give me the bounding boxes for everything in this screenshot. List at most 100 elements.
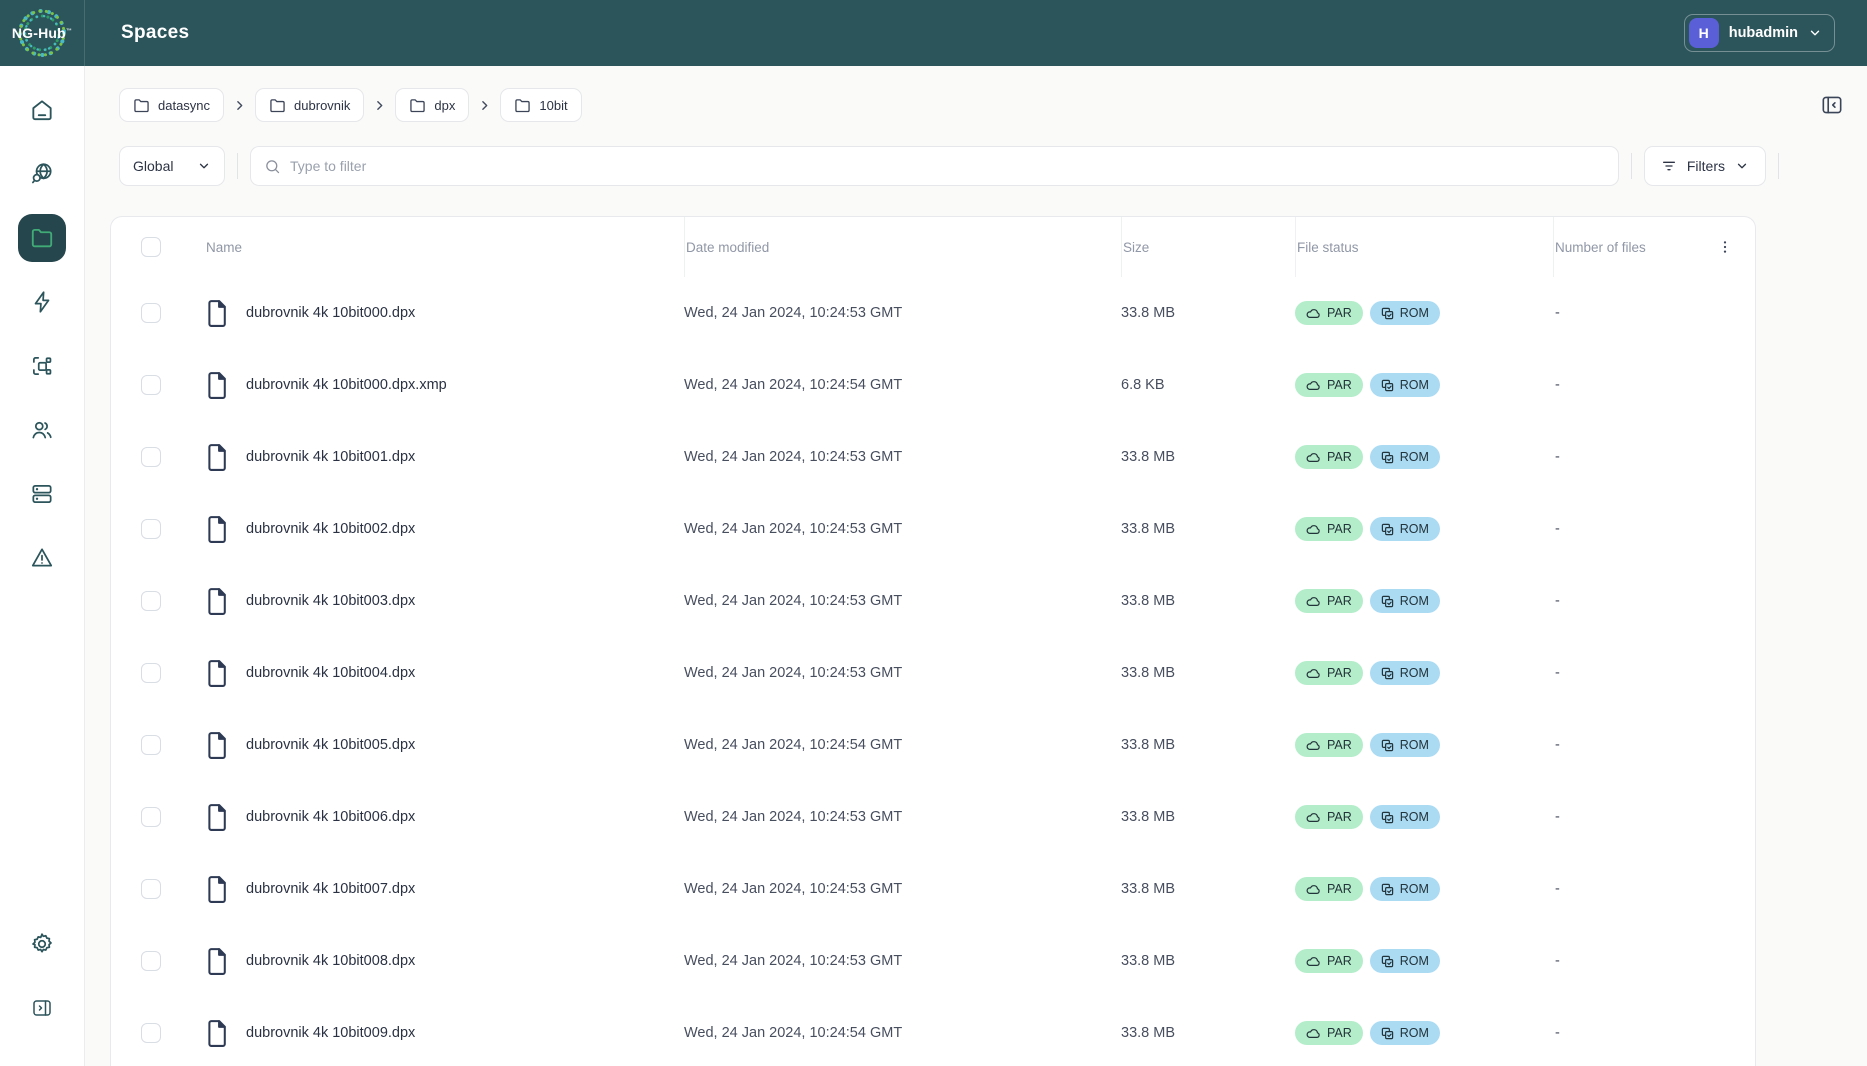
chevron-right-icon	[233, 99, 246, 112]
open-side-panel-button[interactable]	[1819, 92, 1845, 118]
sidebar-item-spaces[interactable]	[18, 214, 66, 262]
row-checkbox[interactable]	[141, 1023, 161, 1043]
row-checkbox[interactable]	[141, 807, 161, 827]
breadcrumb-item[interactable]: datasync	[119, 88, 224, 122]
home-icon	[29, 97, 55, 123]
filter-bar: Global Filters	[119, 146, 1779, 186]
date-modified: Wed, 24 Jan 2024, 10:24:54 GMT	[684, 1025, 1121, 1041]
sidebar-item-discover[interactable]	[18, 150, 66, 198]
app-logo[interactable]: NG-Hub™	[0, 0, 85, 66]
file-icon	[206, 299, 230, 327]
table-row[interactable]: dubrovnik 4k 10bit002.dpx Wed, 24 Jan 20…	[111, 493, 1755, 565]
file-size: 33.8 MB	[1121, 521, 1295, 537]
search-box	[250, 146, 1619, 186]
row-checkbox[interactable]	[141, 303, 161, 323]
row-checkbox[interactable]	[141, 375, 161, 395]
file-status-badges: PAR ROM	[1295, 373, 1553, 397]
table-row[interactable]: dubrovnik 4k 10bit001.dpx Wed, 24 Jan 20…	[111, 421, 1755, 493]
status-badge-par: PAR	[1295, 589, 1363, 613]
number-of-files: -	[1553, 449, 1693, 465]
sidebar-item-storage[interactable]	[18, 470, 66, 518]
breadcrumb-item[interactable]: 10bit	[500, 88, 581, 122]
file-name: dubrovnik 4k 10bit008.dpx	[246, 953, 415, 969]
date-modified: Wed, 24 Jan 2024, 10:24:53 GMT	[684, 665, 1121, 681]
breadcrumb-item[interactable]: dubrovnik	[255, 88, 364, 122]
user-name: hubadmin	[1729, 25, 1798, 41]
file-status-badges: PAR ROM	[1295, 445, 1553, 469]
cloud-icon	[1306, 380, 1321, 391]
column-header-date-modified[interactable]: Date modified	[684, 217, 1121, 277]
select-all-checkbox[interactable]	[141, 237, 161, 257]
scope-select[interactable]: Global	[119, 146, 225, 186]
date-modified: Wed, 24 Jan 2024, 10:24:54 GMT	[684, 737, 1121, 753]
sidebar-item-users[interactable]	[18, 406, 66, 454]
row-checkbox[interactable]	[141, 663, 161, 683]
search-input[interactable]	[290, 158, 1605, 174]
table-row[interactable]: dubrovnik 4k 10bit004.dpx Wed, 24 Jan 20…	[111, 637, 1755, 709]
file-name: dubrovnik 4k 10bit006.dpx	[246, 809, 415, 825]
status-badge-par: PAR	[1295, 661, 1363, 685]
file-name: dubrovnik 4k 10bit000.dpx.xmp	[246, 377, 447, 393]
row-checkbox[interactable]	[141, 519, 161, 539]
copy-check-icon	[1381, 1027, 1394, 1040]
sidebar-item-jobs[interactable]	[18, 278, 66, 326]
table-row[interactable]: dubrovnik 4k 10bit009.dpx Wed, 24 Jan 20…	[111, 997, 1755, 1066]
user-menu[interactable]: H hubadmin	[1684, 14, 1835, 52]
file-status-badges: PAR ROM	[1295, 661, 1553, 685]
file-size: 33.8 MB	[1121, 305, 1295, 321]
lightning-icon	[29, 289, 55, 315]
table-row[interactable]: dubrovnik 4k 10bit000.dpx.xmp Wed, 24 Ja…	[111, 349, 1755, 421]
filters-button[interactable]: Filters	[1644, 146, 1766, 186]
copy-check-icon	[1381, 379, 1394, 392]
table-row[interactable]: dubrovnik 4k 10bit008.dpx Wed, 24 Jan 20…	[111, 925, 1755, 997]
cloud-icon	[1306, 524, 1321, 535]
date-modified: Wed, 24 Jan 2024, 10:24:53 GMT	[684, 593, 1121, 609]
file-size: 33.8 MB	[1121, 449, 1295, 465]
sidebar-item-automations[interactable]	[18, 342, 66, 390]
cloud-icon	[1306, 956, 1321, 967]
copy-check-icon	[1381, 595, 1394, 608]
column-header-file-status[interactable]: File status	[1295, 217, 1553, 277]
sidebar-item-settings[interactable]	[18, 920, 66, 968]
row-checkbox[interactable]	[141, 735, 161, 755]
folder-icon	[29, 225, 55, 251]
column-header-name[interactable]: Name	[181, 217, 684, 277]
row-checkbox[interactable]	[141, 951, 161, 971]
table-body: dubrovnik 4k 10bit000.dpx Wed, 24 Jan 20…	[111, 277, 1755, 1066]
column-header-number-of-files[interactable]: Number of files	[1553, 217, 1693, 277]
status-badge-rom: ROM	[1370, 733, 1440, 757]
row-checkbox[interactable]	[141, 879, 161, 899]
file-status-badges: PAR ROM	[1295, 589, 1553, 613]
cloud-icon	[1306, 596, 1321, 607]
date-modified: Wed, 24 Jan 2024, 10:24:53 GMT	[684, 953, 1121, 969]
column-options-button[interactable]	[1717, 239, 1733, 255]
copy-check-icon	[1381, 307, 1394, 320]
table-row[interactable]: dubrovnik 4k 10bit000.dpx Wed, 24 Jan 20…	[111, 277, 1755, 349]
scope-label: Global	[133, 158, 173, 174]
column-header-size[interactable]: Size	[1121, 217, 1295, 277]
sidebar-item-alerts[interactable]	[18, 534, 66, 582]
breadcrumb: datasync dubrovnik dpx 10bit	[119, 88, 1845, 122]
status-badge-rom: ROM	[1370, 661, 1440, 685]
sidebar-item-home[interactable]	[18, 86, 66, 134]
file-status-badges: PAR ROM	[1295, 877, 1553, 901]
breadcrumb-item[interactable]: dpx	[395, 88, 469, 122]
divider	[237, 153, 238, 179]
row-checkbox[interactable]	[141, 447, 161, 467]
status-badge-rom: ROM	[1370, 589, 1440, 613]
chevron-down-icon	[1735, 159, 1749, 173]
table-row[interactable]: dubrovnik 4k 10bit007.dpx Wed, 24 Jan 20…	[111, 853, 1755, 925]
sidebar-item-collapse[interactable]	[18, 984, 66, 1032]
number-of-files: -	[1553, 521, 1693, 537]
table-row[interactable]: dubrovnik 4k 10bit003.dpx Wed, 24 Jan 20…	[111, 565, 1755, 637]
table-row[interactable]: dubrovnik 4k 10bit006.dpx Wed, 24 Jan 20…	[111, 781, 1755, 853]
status-badge-par: PAR	[1295, 733, 1363, 757]
avatar: H	[1689, 18, 1719, 48]
divider	[1631, 153, 1632, 179]
status-badge-par: PAR	[1295, 1021, 1363, 1045]
logo-text: NG-Hub™	[12, 25, 72, 41]
table-row[interactable]: dubrovnik 4k 10bit005.dpx Wed, 24 Jan 20…	[111, 709, 1755, 781]
row-checkbox[interactable]	[141, 591, 161, 611]
date-modified: Wed, 24 Jan 2024, 10:24:54 GMT	[684, 377, 1121, 393]
gear-icon	[29, 931, 55, 957]
